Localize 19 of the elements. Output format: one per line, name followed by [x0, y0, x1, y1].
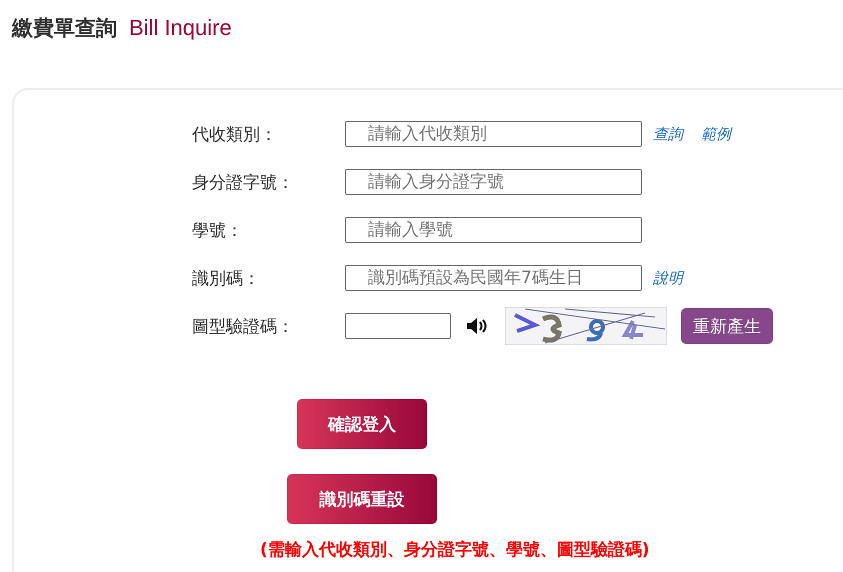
submit-button[interactable]: 識別碼重設 [287, 474, 437, 524]
field-label: 識別碼： [192, 268, 261, 290]
input-field[interactable]: 請輸入代收類別 [345, 121, 642, 147]
regenerate-button[interactable]: 重新產生 [681, 308, 773, 344]
help-link[interactable]: 說明 [653, 268, 683, 288]
field-label: 學號： [192, 220, 244, 242]
captcha-input[interactable] [345, 313, 451, 339]
help-link[interactable]: 查詢 [653, 124, 683, 144]
input-field[interactable]: 請輸入學號 [345, 217, 642, 243]
field-label: 圖型驗證碼： [192, 316, 295, 338]
help-link[interactable]: 範例 [701, 124, 731, 144]
submit-button[interactable]: 確認登入 [297, 399, 427, 449]
field-label: 代收類別： [192, 124, 278, 146]
input-field[interactable]: 識別碼預設為民國年7碼生日 [345, 265, 642, 291]
page-title: 繳費單查詢 [12, 15, 117, 42]
page-subtitle: Bill Inquire [129, 15, 232, 41]
input-field[interactable]: 請輸入身分證字號 [345, 169, 642, 195]
field-label: 身分證字號： [192, 172, 295, 194]
required-note: (需輸入代收類別、身分證字號、學號、圖型驗證碼) [260, 539, 651, 561]
